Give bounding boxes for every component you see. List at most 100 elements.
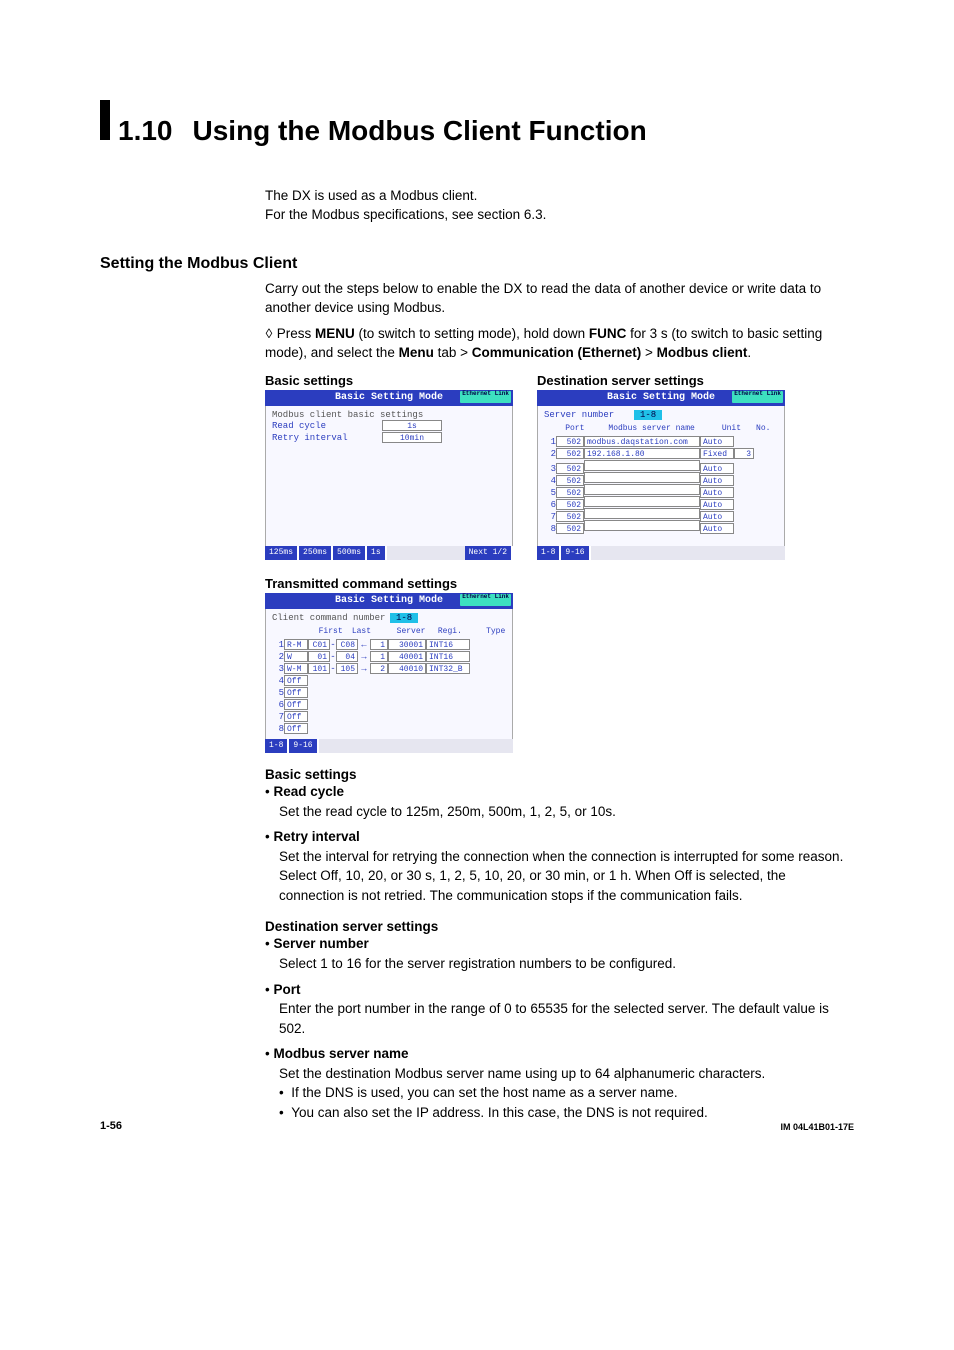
- intro-line-1: The DX is used as a Modbus client.: [265, 187, 854, 206]
- mode-cell[interactable]: Off: [284, 699, 308, 710]
- table-row: 8Off: [272, 723, 506, 735]
- server-cell[interactable]: 2: [370, 663, 388, 674]
- server-name-cell[interactable]: modbus.daqstation.com: [584, 436, 700, 447]
- section-para: Carry out the steps below to enable the …: [265, 279, 854, 318]
- col-port: Port: [561, 424, 589, 433]
- table-row: 7502Auto: [544, 508, 778, 520]
- ethernet-icon: Ethernet Link: [732, 391, 783, 403]
- read-cycle-value[interactable]: 1s: [382, 420, 442, 431]
- last-cell[interactable]: C08: [336, 639, 358, 650]
- screen-trans: Basic Setting ModeEthernet Link Client c…: [265, 593, 513, 753]
- first-cell[interactable]: C01: [308, 639, 330, 650]
- server-name-cell[interactable]: [584, 508, 700, 519]
- chapter-number: 1.10: [118, 115, 173, 147]
- server-number-head: Server number: [273, 936, 368, 951]
- screen-subtitle: Modbus client basic settings: [272, 410, 506, 420]
- screen-title: Basic Setting Mode: [607, 392, 715, 403]
- server-name-cell[interactable]: [584, 520, 700, 531]
- server-name-cell[interactable]: [584, 472, 700, 483]
- table-row: 2W01-04→140001INT16: [272, 651, 506, 663]
- port-cell[interactable]: 502: [556, 448, 584, 459]
- page-number: 1-56: [100, 1120, 122, 1132]
- table-row: 1R-MC01-C08←130001INT16: [272, 639, 506, 651]
- read-cycle-text: Set the read cycle to 125m, 250m, 500m, …: [279, 802, 854, 822]
- mode-cell[interactable]: R-M: [284, 639, 308, 650]
- softkey-9-16[interactable]: 9-16: [561, 546, 588, 560]
- first-cell[interactable]: 101: [308, 663, 330, 674]
- server-number-label: Server number: [544, 410, 634, 420]
- diamond-icon: ◊: [265, 324, 273, 344]
- table-row: 4Off: [272, 675, 506, 687]
- caption-trans: Transmitted command settings: [265, 576, 513, 591]
- server-name-cell[interactable]: [584, 496, 700, 507]
- port-cell[interactable]: 502: [556, 523, 584, 534]
- chapter-heading: 1.10 Using the Modbus Client Function: [100, 100, 854, 147]
- screen-title: Basic Setting Mode: [335, 595, 443, 606]
- server-cell[interactable]: 1: [370, 639, 388, 650]
- table-row: 1502modbus.daqstation.comAuto: [544, 436, 778, 448]
- doc-id: IM 04L41B01-17E: [780, 1122, 854, 1132]
- menu-modbus-client: Modbus client: [657, 345, 748, 360]
- first-cell[interactable]: 01: [308, 651, 330, 662]
- type-cell[interactable]: INT16: [426, 651, 470, 662]
- last-cell[interactable]: 105: [336, 663, 358, 674]
- type-cell[interactable]: INT32_B: [426, 663, 470, 674]
- client-cmd-value[interactable]: 1-8: [390, 613, 418, 623]
- mode-cell[interactable]: W-M: [284, 663, 308, 674]
- func-key: FUNC: [589, 326, 627, 341]
- port-text: Enter the port number in the range of 0 …: [279, 999, 854, 1038]
- softkey-next[interactable]: Next 1/2: [465, 546, 511, 560]
- type-cell[interactable]: INT16: [426, 639, 470, 650]
- server-name-cell[interactable]: [584, 460, 700, 471]
- menu-comm: Communication (Ethernet): [472, 345, 642, 360]
- server-number-value[interactable]: 1-8: [634, 410, 662, 420]
- server-name-cell[interactable]: 192.168.1.80: [584, 448, 700, 459]
- arrow-icon: →: [358, 652, 370, 662]
- softkey-9-16[interactable]: 9-16: [289, 739, 316, 753]
- client-cmd-label: Client command number: [272, 613, 390, 623]
- table-row: 3502Auto: [544, 460, 778, 472]
- unit-cell[interactable]: Fixed: [700, 448, 734, 459]
- chapter-bar: [100, 100, 110, 140]
- table-row: 7Off: [272, 711, 506, 723]
- mode-cell[interactable]: Off: [284, 687, 308, 698]
- server-cell[interactable]: 1: [370, 651, 388, 662]
- unit-cell[interactable]: Auto: [700, 523, 734, 534]
- read-cycle-head: Read cycle: [273, 784, 344, 799]
- msn-sub1: • If the DNS is used, you can set the ho…: [279, 1083, 854, 1103]
- port-cell[interactable]: 502: [556, 436, 584, 447]
- col-unit: Unit: [714, 424, 748, 433]
- softkey-1-8[interactable]: 1-8: [537, 546, 559, 560]
- mode-cell[interactable]: W: [284, 651, 308, 662]
- server-name-cell[interactable]: [584, 484, 700, 495]
- unit-cell[interactable]: Auto: [700, 436, 734, 447]
- basic-settings-heading: Basic settings: [265, 767, 854, 782]
- step-text: Press: [277, 326, 315, 341]
- retry-value[interactable]: 10min: [382, 432, 442, 443]
- no-cell[interactable]: 3: [734, 448, 754, 459]
- server-number-text: Select 1 to 16 for the server registrati…: [279, 954, 854, 974]
- mode-cell[interactable]: Off: [284, 723, 308, 734]
- modbus-server-name-text: Set the destination Modbus server name u…: [279, 1064, 854, 1084]
- last-cell[interactable]: 04: [336, 651, 358, 662]
- col-type: Type: [474, 627, 518, 636]
- regi-cell[interactable]: 40001: [388, 651, 426, 662]
- softkey-125ms[interactable]: 125ms: [265, 546, 297, 560]
- mode-cell[interactable]: Off: [284, 675, 308, 686]
- arrow-icon: ←: [358, 640, 370, 650]
- table-row: 4502Auto: [544, 472, 778, 484]
- menu-step: ◊ Press MENU (to switch to setting mode)…: [265, 324, 854, 363]
- table-row: 3W-M101-105→240010INT32_B: [272, 663, 506, 675]
- col-no: No.: [753, 424, 773, 433]
- col-regi: Regi.: [431, 627, 469, 636]
- screen-dest: Basic Setting Mode Ethernet Link Server n…: [537, 390, 785, 560]
- softkey-250ms[interactable]: 250ms: [299, 546, 331, 560]
- mode-cell[interactable]: Off: [284, 711, 308, 722]
- regi-cell[interactable]: 30001: [388, 639, 426, 650]
- table-row: 5502Auto: [544, 484, 778, 496]
- regi-cell[interactable]: 40010: [388, 663, 426, 674]
- softkey-1-8[interactable]: 1-8: [265, 739, 287, 753]
- softkey-1s[interactable]: 1s: [367, 546, 385, 560]
- softkey-500ms[interactable]: 500ms: [333, 546, 365, 560]
- caption-dest: Destination server settings: [537, 373, 785, 388]
